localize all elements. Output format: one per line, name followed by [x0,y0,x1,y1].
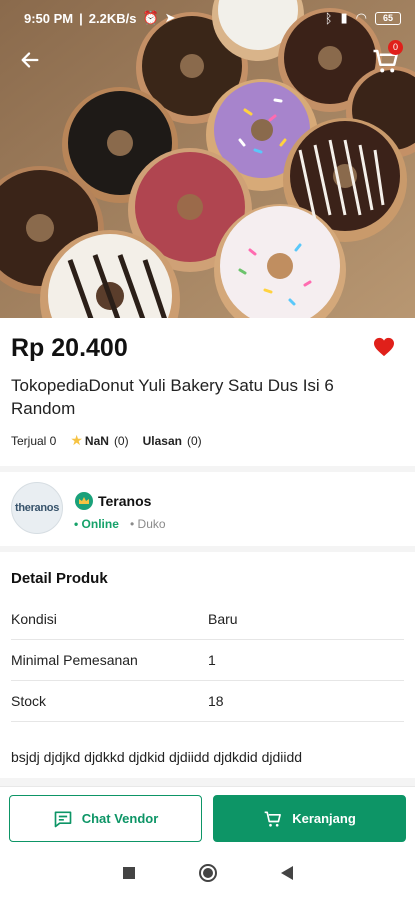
add-to-cart-button[interactable]: Keranjang [213,795,406,842]
detail-value: 1 [208,652,216,668]
alarm-icon: ⏰ [142,10,159,25]
bluetooth-icon: ᛒ [324,10,333,26]
detail-key: Minimal Pemesanan [11,652,138,668]
home-button[interactable] [198,863,218,888]
chat-vendor-label: Chat Vendor [81,811,159,826]
circle-icon [198,863,217,882]
vendor-city: • Duko [130,517,166,531]
status-speed: 2.2KB/s [88,10,137,26]
vendor-logo-text: theranos [14,502,60,514]
cart-icon [264,811,282,827]
add-to-cart-label: Keranjang [292,811,356,826]
detail-heading: Detail Produk [11,570,108,587]
detail-value: 18 [208,693,224,709]
cart-count-badge: 0 [388,40,403,55]
detail-row-stock: Stock 18 [11,681,404,722]
vendor-avatar[interactable]: theranos [11,482,63,534]
back-nav-button[interactable] [280,865,294,886]
product-image[interactable]: 9:50 PM | 2.2KB/s ⏰ ➤ ᛒ ▮ ◠ 65 0 [0,0,415,318]
system-nav-bar [0,850,415,900]
rating-value: NaN [84,433,109,448]
wishlist-button[interactable] [373,337,395,362]
product-description: bsjdj djdjkd djdkkd djdkid djdiidd djdkd… [11,749,303,765]
detail-key: Kondisi [11,611,57,627]
detail-row-condition: Kondisi Baru [11,599,404,640]
status-bar: 9:50 PM | 2.2KB/s ⏰ ➤ ᛒ ▮ ◠ 65 [0,0,415,36]
triangle-back-icon [280,865,293,880]
heart-icon [374,337,394,357]
back-button[interactable] [14,44,46,76]
square-icon [122,866,135,879]
product-price: Rp 20.400 [11,334,128,362]
reviews-count: (0) [186,433,202,448]
product-summary: Rp 20.400 TokopediaDonut Yuli Bakery Sat… [0,318,415,466]
product-title: TokopediaDonut Yuli Bakery Satu Dus Isi … [11,376,334,418]
vendor-card[interactable]: theranos Teranos • Online • Duko [0,472,415,546]
vendor-name[interactable]: Teranos [98,493,151,509]
rating-count: (0) [113,433,129,448]
wifi-icon: ◠ [355,10,367,25]
action-bar: Chat Vendor Keranjang [0,786,415,850]
star-icon: ★ [70,432,83,448]
chat-icon [54,811,72,827]
battery-icon: 65 [375,11,401,25]
signal-icon: ▮ [340,10,348,25]
recents-button[interactable] [122,866,136,885]
detail-value: Baru [208,611,238,627]
status-time: 9:50 PM [24,10,74,26]
detail-key: Stock [11,693,47,709]
reviews-label: Ulasan [142,433,182,448]
sold-count: Terjual 0 [11,433,57,448]
chat-vendor-button[interactable]: Chat Vendor [9,795,202,842]
detail-row-min-order: Minimal Pemesanan 1 [11,640,404,681]
crown-icon [75,492,93,510]
vendor-online-status: • Online [74,517,119,531]
cart-button[interactable]: 0 [369,40,405,76]
product-stats: Terjual 0 ★ NaN (0) Ulasan (0) [11,432,202,449]
telegram-icon: ➤ [164,10,176,25]
arrow-left-icon [21,52,39,68]
product-detail: Detail Produk Kondisi Baru Minimal Pemes… [0,552,415,778]
